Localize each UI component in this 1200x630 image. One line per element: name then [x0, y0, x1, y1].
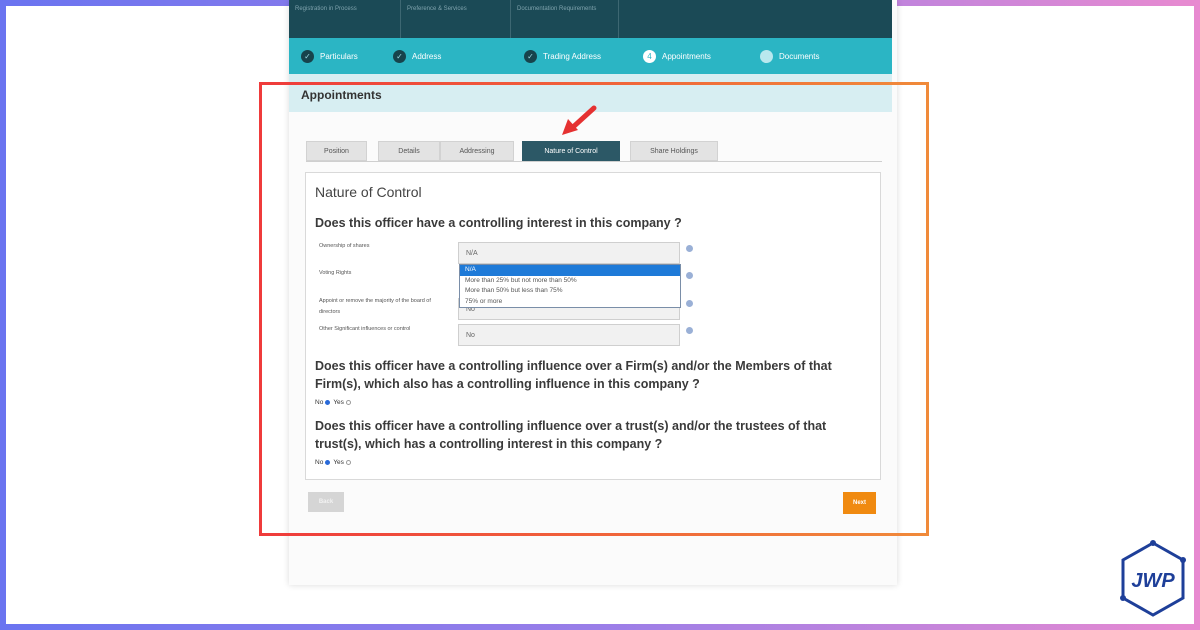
header-col-1: Registration in Process — [289, 0, 401, 38]
header-col-2: Preference & Services — [401, 0, 511, 38]
step-trading-address[interactable]: ✓ Trading Address — [524, 50, 601, 63]
step-particulars[interactable]: ✓ Particulars — [301, 50, 358, 63]
step-number-icon: 4 — [643, 50, 656, 63]
step-pending-icon — [760, 50, 773, 63]
step-appointments[interactable]: 4 Appointments — [643, 50, 711, 63]
step-label: Appointments — [662, 52, 711, 61]
header-col-text: Preference & Services — [407, 6, 467, 12]
highlight-frame — [259, 82, 929, 536]
step-label: Particulars — [320, 52, 358, 61]
progress-stepper: ✓ Particulars ✓ Address ✓ Trading Address 4… — [289, 38, 892, 74]
header-col-text: Documentation Requirements — [517, 6, 597, 12]
red-pointer-arrow-icon — [562, 105, 597, 135]
check-icon: ✓ — [301, 50, 314, 63]
top-header: Registration in Process Preference & Ser… — [289, 0, 892, 38]
step-label: Address — [412, 52, 442, 61]
check-icon: ✓ — [393, 50, 406, 63]
step-documents[interactable]: Documents — [760, 50, 819, 63]
logo-text: JWP — [1131, 570, 1175, 592]
check-icon: ✓ — [524, 50, 537, 63]
header-col-text: Registration in Process — [295, 6, 357, 12]
step-label: Trading Address — [543, 52, 601, 61]
header-col-3: Documentation Requirements — [511, 0, 619, 38]
step-label: Documents — [779, 52, 820, 61]
jwp-logo: JWP — [1120, 540, 1186, 617]
step-address[interactable]: ✓ Address — [393, 50, 441, 63]
